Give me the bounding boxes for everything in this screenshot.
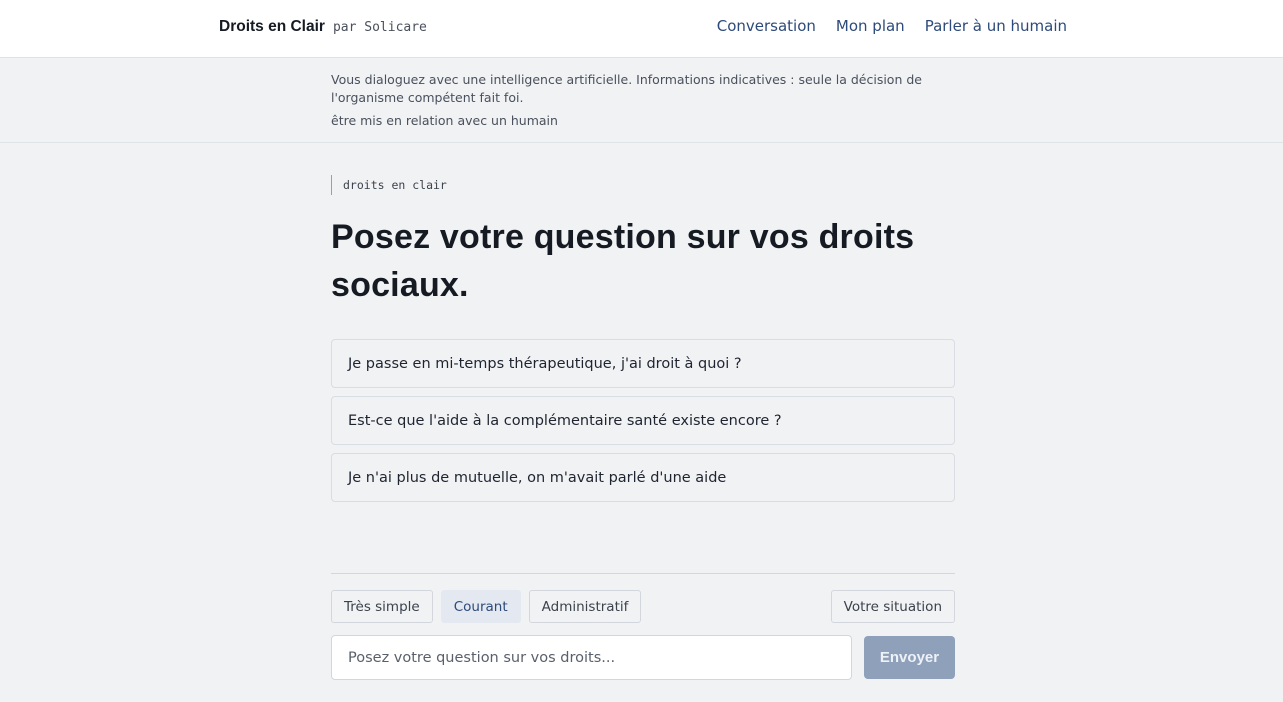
- main-content: droits en clair Posez votre question sur…: [331, 143, 955, 502]
- language-level-selector: Très simple Courant Administratif Votre …: [331, 590, 955, 623]
- eyebrow-label: droits en clair: [331, 175, 955, 195]
- level-tres-simple-button[interactable]: Très simple: [331, 590, 433, 623]
- level-courant-button[interactable]: Courant: [440, 590, 521, 623]
- nav-parler-humain[interactable]: Parler à un humain: [925, 17, 1067, 35]
- level-administratif-button[interactable]: Administratif: [528, 590, 642, 623]
- nav-mon-plan[interactable]: Mon plan: [836, 17, 905, 35]
- question-input[interactable]: [331, 635, 852, 680]
- contact-human-link[interactable]: être mis en relation avec un humain: [331, 112, 931, 130]
- situation-button[interactable]: Votre situation: [830, 590, 955, 623]
- ai-disclaimer-banner: Vous dialoguez avec une intelligence art…: [0, 58, 1283, 143]
- suggestion-item[interactable]: Est-ce que l'aide à la complémentaire sa…: [331, 396, 955, 445]
- nav-conversation[interactable]: Conversation: [717, 17, 816, 35]
- main-nav: Conversation Mon plan Parler à un humain: [717, 17, 1067, 35]
- suggestion-item[interactable]: Je n'ai plus de mutuelle, on m'avait par…: [331, 453, 955, 502]
- brand[interactable]: Droits en Clair par Solicare: [219, 18, 427, 36]
- suggestion-item[interactable]: Je passe en mi-temps thérapeutique, j'ai…: [331, 339, 955, 388]
- input-row: Envoyer: [331, 635, 955, 680]
- disclaimer-text: Vous dialoguez avec une intelligence art…: [331, 72, 922, 105]
- brand-by: par Solicare: [332, 20, 427, 35]
- send-button[interactable]: Envoyer: [864, 636, 955, 679]
- disclaimer-content: Vous dialoguez avec une intelligence art…: [331, 71, 931, 130]
- top-bar: Droits en Clair par Solicare Conversatio…: [0, 0, 1283, 58]
- composer: Très simple Courant Administratif Votre …: [331, 573, 955, 680]
- suggested-questions: Je passe en mi-temps thérapeutique, j'ai…: [331, 339, 955, 502]
- brand-name[interactable]: Droits en Clair: [219, 18, 325, 36]
- page-title: Posez votre question sur vos droits soci…: [331, 218, 915, 304]
